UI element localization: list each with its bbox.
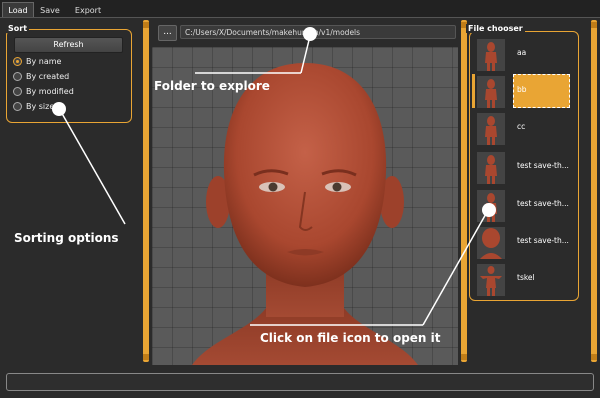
open-callout-text: Click on file icon to open it bbox=[260, 331, 441, 345]
open-callout-marker bbox=[482, 203, 496, 217]
sorting-callout-marker bbox=[52, 102, 66, 116]
sorting-callout-text: Sorting options bbox=[14, 231, 119, 245]
folder-callout-marker bbox=[303, 27, 317, 41]
folder-callout-text: Folder to explore bbox=[154, 79, 270, 93]
